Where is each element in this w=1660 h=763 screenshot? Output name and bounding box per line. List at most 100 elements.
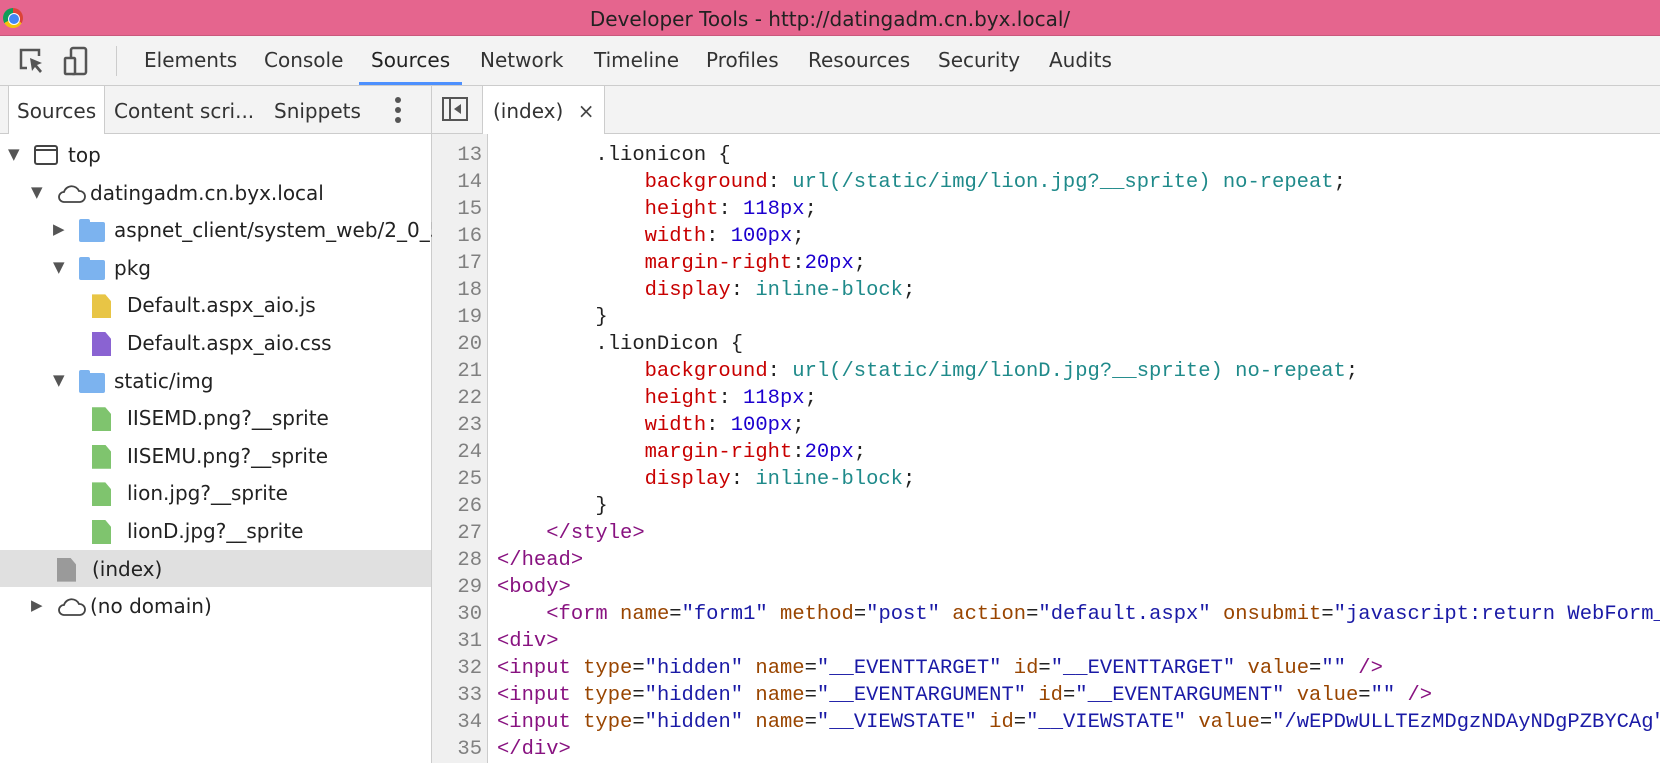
toolbar-divider [116, 46, 117, 76]
code-line[interactable]: 27 </style> [432, 520, 1660, 547]
toggle-navigator-icon[interactable] [442, 97, 468, 121]
line-number: 22 [457, 387, 482, 410]
code-line[interactable]: 20 .lionDicon { [432, 331, 1660, 358]
code-line[interactable]: 14 background: url(/static/img/lion.jpg?… [432, 169, 1660, 196]
tab-network[interactable]: Network [468, 36, 576, 85]
tree-item[interactable]: ▼ top [0, 136, 431, 173]
document-icon [57, 557, 76, 582]
line-number: 13 [457, 144, 482, 167]
tree-item-label: pkg [114, 255, 151, 280]
tree-item-label: aspnet_client/system_web/2_0_5 [114, 218, 443, 243]
expanded-arrow-icon[interactable]: ▼ [31, 183, 43, 201]
line-number: 32 [457, 657, 482, 680]
line-number: 29 [457, 576, 482, 599]
tree-item[interactable]: lion.jpg?__sprite [0, 474, 431, 511]
code-line[interactable]: 29 <body> [432, 574, 1660, 601]
code-editor[interactable]: 13 .lionicon {14 background: url(/static… [432, 134, 1660, 763]
code-text: <body> [497, 576, 571, 599]
tree-item[interactable]: lionD.jpg?__sprite [0, 512, 431, 549]
code-line[interactable]: 16 width: 100px; [432, 223, 1660, 250]
tab-resources[interactable]: Resources [796, 36, 922, 85]
code-text: </head> [497, 549, 584, 572]
tree-item[interactable]: ▶ (no domain) [0, 587, 431, 624]
line-number: 20 [457, 333, 482, 356]
tab-content-scripts[interactable]: Content scri... [106, 86, 262, 134]
line-number: 27 [457, 522, 482, 545]
code-line[interactable]: 13 .lionicon { [432, 142, 1660, 169]
code-text: background: url(/static/img/lion.jpg?__s… [644, 171, 1346, 194]
code-line[interactable]: 33 <input type="hidden" name="__EVENTARGU… [432, 682, 1660, 709]
line-number: 33 [457, 684, 482, 707]
code-text: width: 100px; [644, 225, 805, 248]
tab-sources[interactable]: Sources [359, 36, 463, 85]
css-file-icon [92, 332, 111, 356]
code-line[interactable]: 21 background: url(/static/img/lionD.jpg… [432, 358, 1660, 385]
code-line[interactable]: 30 <form name="form1" method="post" acti… [432, 601, 1660, 628]
inspect-element-icon[interactable] [17, 46, 47, 76]
tree-item-label: IISEMU.png?__sprite [127, 443, 329, 468]
code-line[interactable]: 34 <input type="hidden" name="__VIEWSTATE… [432, 709, 1660, 736]
code-line[interactable]: 23 width: 100px; [432, 412, 1660, 439]
code-text: } [497, 306, 608, 329]
code-text: margin-right:20px; [644, 252, 867, 275]
tree-item[interactable]: Default.aspx_aio.css [0, 324, 431, 361]
collapsed-arrow-icon[interactable]: ▶ [53, 220, 65, 238]
code-line[interactable]: 26 } [432, 493, 1660, 520]
tree-item-label: top [68, 143, 101, 167]
tree-item[interactable]: IISEMU.png?__sprite [0, 437, 431, 474]
tab-profiles[interactable]: Profiles [694, 36, 791, 85]
code-line[interactable]: 32 <input type="hidden" name="__EVENTTARG… [432, 655, 1660, 682]
code-line[interactable]: 19 } [432, 304, 1660, 331]
code-text: <input type="hidden" name="__VIEWSTATE" … [497, 711, 1660, 734]
collapsed-arrow-icon[interactable]: ▶ [31, 596, 43, 614]
code-text: height: 118px; [644, 387, 817, 410]
tab-sources[interactable]: Sources [8, 86, 106, 134]
close-icon[interactable]: × [578, 99, 595, 123]
tab-security[interactable]: Security [926, 36, 1032, 85]
tab-console[interactable]: Console [252, 36, 355, 85]
tree-item-label: lion.jpg?__sprite [127, 481, 288, 506]
tree-item-label: Default.aspx_aio.css [127, 331, 332, 355]
code-line[interactable]: 28 </head> [432, 547, 1660, 574]
tab-snippets[interactable]: Snippets [266, 86, 369, 134]
tree-item[interactable]: ▶ aspnet_client/system_web/2_0_5 [0, 211, 442, 248]
expanded-arrow-icon[interactable]: ▼ [53, 258, 65, 276]
line-number: 23 [457, 414, 482, 437]
tab-audits[interactable]: Audits [1037, 36, 1124, 85]
code-line[interactable]: 31 <div> [432, 628, 1660, 655]
line-number: 18 [457, 279, 482, 302]
code-line[interactable]: 35 </div> [432, 736, 1660, 763]
tree-item[interactable]: Default.aspx_aio.js [0, 286, 431, 323]
tree-item[interactable]: IISEMD.png?__sprite [0, 399, 431, 436]
tab-elements[interactable]: Elements [132, 36, 249, 85]
expanded-arrow-icon[interactable]: ▼ [8, 145, 20, 163]
line-number: 35 [457, 738, 482, 761]
line-number: 30 [457, 603, 482, 626]
code-text: } [497, 495, 608, 518]
cloud-icon [58, 184, 86, 203]
expanded-arrow-icon[interactable]: ▼ [53, 371, 65, 389]
editor-tab-index[interactable]: (index) × [482, 86, 606, 134]
tree-item[interactable]: (index) [0, 549, 431, 587]
devtools-toolbar: Elements Console Sources Network Timeline Pro… [0, 36, 1660, 86]
tree-item[interactable]: ▼ static/img [0, 362, 431, 399]
editor-tab-label: (index) [493, 99, 564, 123]
code-line[interactable]: 24 margin-right:20px; [432, 439, 1660, 466]
code-line[interactable]: 25 display: inline-block; [432, 466, 1660, 493]
code-line[interactable]: 15 height: 118px; [432, 196, 1660, 223]
code-line[interactable]: 17 margin-right:20px; [432, 250, 1660, 277]
folder-icon [79, 219, 105, 243]
code-text: background: url(/static/img/lionD.jpg?__… [644, 360, 1359, 383]
code-text: </style> [546, 522, 645, 545]
tree-item[interactable]: ▼ pkg [0, 249, 431, 286]
line-number: 14 [457, 171, 482, 194]
tab-timeline[interactable]: Timeline [582, 36, 691, 85]
device-mode-icon[interactable] [62, 46, 92, 76]
code-line[interactable]: 22 height: 118px; [432, 385, 1660, 412]
code-text: <input type="hidden" name="__EVENTARGUME… [497, 684, 1433, 707]
tree-item[interactable]: ▼ datingadm.cn.byx.local [0, 174, 431, 211]
more-options-icon[interactable] [392, 96, 404, 124]
window-titlebar: Developer Tools - http://datingadm.cn.by… [0, 0, 1660, 36]
code-line[interactable]: 18 display: inline-block; [432, 277, 1660, 304]
tree-item-label: datingadm.cn.byx.local [90, 180, 324, 205]
